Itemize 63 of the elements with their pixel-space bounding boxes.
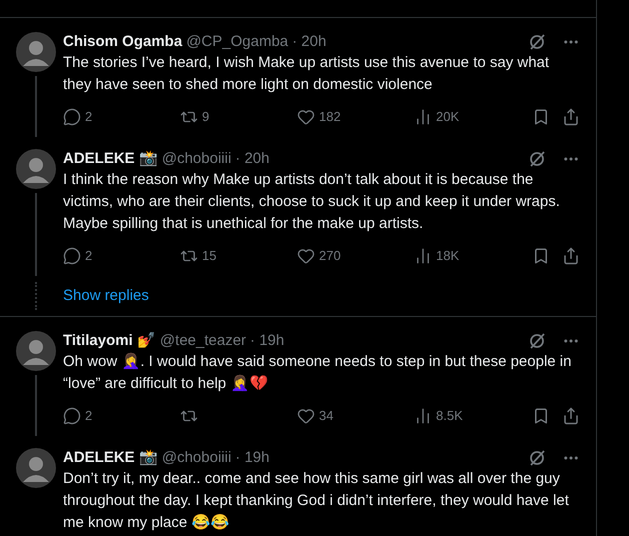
avatar[interactable] (16, 149, 56, 189)
show-replies-link[interactable]: Show replies (63, 284, 149, 308)
like-icon (297, 407, 315, 425)
count: 2 (85, 108, 92, 126)
post-time[interactable]: · 20h (292, 32, 326, 52)
author-name[interactable]: Chisom Ogamba (63, 32, 182, 52)
share-icon[interactable] (562, 108, 580, 126)
like-icon (297, 108, 315, 126)
like-button[interactable]: 270 (297, 246, 414, 266)
count: 8.5K (436, 407, 463, 426)
author-name[interactable]: ADELEKE 📸 (63, 149, 158, 169)
views-icon (414, 407, 432, 425)
slashed-circle-icon[interactable] (528, 449, 546, 467)
count: 270 (319, 247, 341, 266)
count: 18K (436, 247, 460, 266)
count: 2 (85, 407, 92, 426)
like-icon (297, 247, 315, 265)
views-button[interactable]: 8.5K (414, 406, 531, 426)
post-text: Don’t try it, my dear.. come and see how this same girl was all over the guy throughout the day. I kept thanking God i didn’t interfere, they would have let me know my place 😂😂 (63, 469, 570, 533)
reply-button[interactable]: 2 (63, 246, 180, 266)
reply-icon (63, 407, 81, 425)
count: 34 (319, 407, 334, 426)
author-handle[interactable]: @CP_Ogamba (186, 32, 288, 52)
slashed-circle-icon[interactable] (528, 332, 546, 350)
count: 20K (436, 108, 460, 126)
views-button[interactable]: 18K (414, 246, 531, 266)
count: 2 (85, 247, 92, 266)
count: 9 (202, 108, 210, 126)
post-text: I think the reason why Make up artists don’t talk about it is because the victims, who are their clients, choose to suck it up and keep it under wraps. Maybe spilling that is unethical for the make up artists. (63, 170, 561, 234)
count: 15 (202, 247, 216, 266)
post-text: Oh wow 🤦‍♀. I would have said someone needs to step in but these people in “love” are difficult to help 🤦‍♀💔 (63, 352, 572, 394)
post-time[interactable]: · 20h (235, 149, 270, 169)
reply-button[interactable]: 2 (63, 107, 180, 127)
share-icon[interactable] (562, 407, 580, 425)
views-icon (414, 247, 432, 265)
views-button[interactable]: 20K (414, 107, 531, 127)
author-name[interactable]: Titilayomi 💅 (63, 331, 156, 351)
slashed-circle-icon[interactable] (528, 33, 546, 51)
bookmark-icon[interactable] (532, 108, 550, 126)
author-handle[interactable]: @choboiiii (162, 448, 232, 468)
avatar[interactable] (16, 32, 56, 72)
author-handle[interactable]: @choboiiii (162, 149, 232, 169)
like-button[interactable]: 34 (297, 406, 414, 426)
slashed-circle-icon[interactable] (528, 150, 546, 168)
post-time[interactable]: · 19h (235, 448, 270, 468)
reply-icon (63, 108, 81, 126)
count: 182 (319, 108, 341, 126)
bookmark-icon[interactable] (532, 247, 550, 265)
share-icon[interactable] (562, 247, 580, 265)
avatar[interactable] (16, 331, 56, 371)
reply-icon (63, 247, 81, 265)
like-button[interactable]: 182 (297, 107, 414, 127)
dotted-thread-line (35, 282, 37, 310)
bookmark-icon[interactable] (532, 407, 550, 425)
post-text: The stories I’ve heard, I wish Make up artists use this avenue to say what they have seen to shed more light on domestic violence (63, 53, 550, 95)
author-name[interactable]: ADELEKE 📸 (63, 448, 158, 468)
views-icon (414, 108, 432, 126)
reply-button[interactable]: 2 (63, 406, 180, 426)
repost-button[interactable]: 9 (180, 107, 297, 127)
avatar[interactable] (16, 448, 56, 488)
post-time[interactable]: · 19h (250, 331, 284, 351)
author-handle[interactable]: @tee_teazer (160, 331, 246, 351)
repost-button[interactable]: 15 (180, 246, 297, 266)
